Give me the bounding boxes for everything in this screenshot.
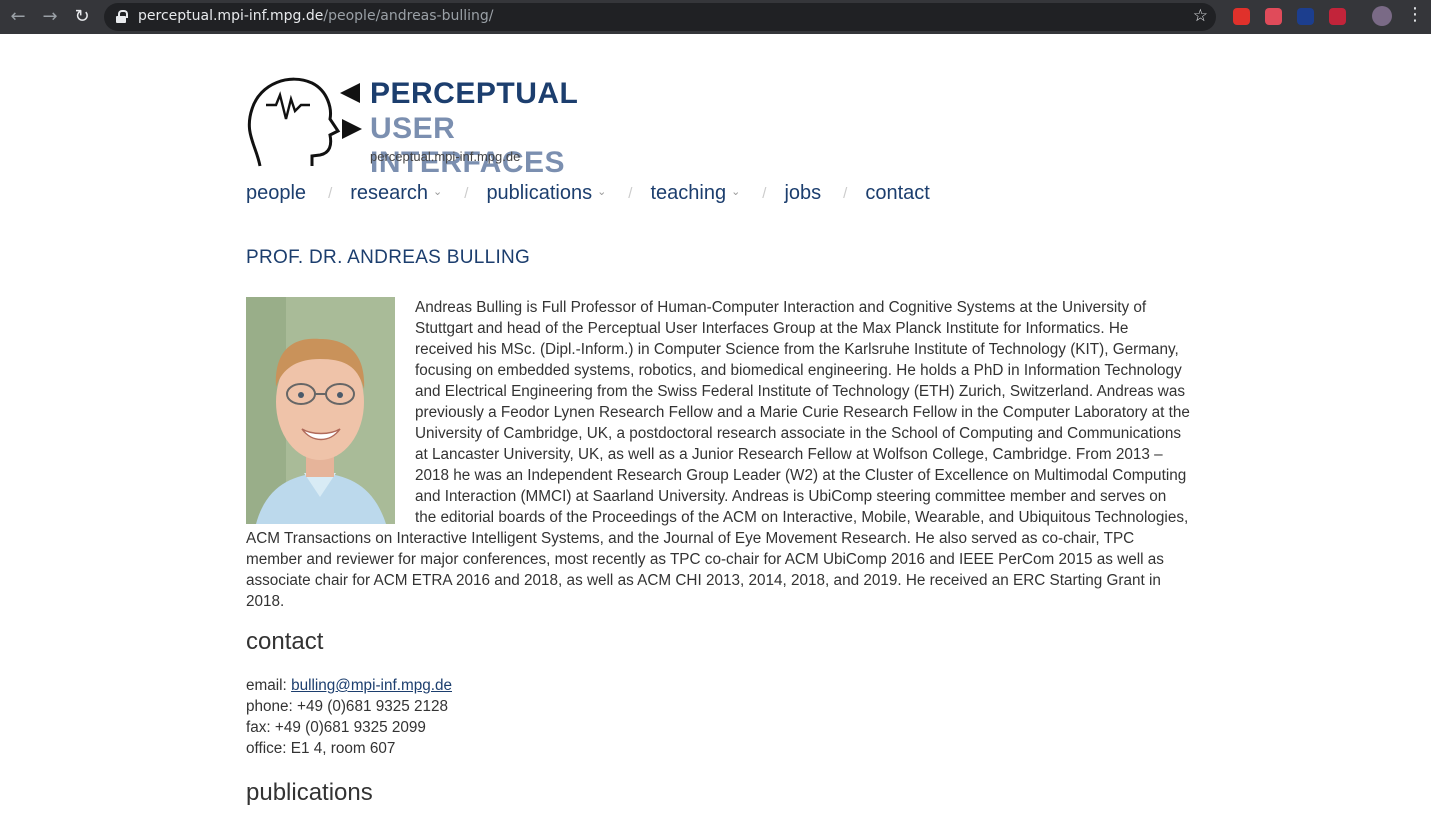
- site-logo[interactable]: PERCEPTUAL USER INTERFACES perceptual.mp…: [246, 75, 646, 179]
- nav-research[interactable]: research ⌄: [350, 182, 442, 205]
- forward-icon[interactable]: →: [38, 5, 62, 29]
- chevron-down-icon: ⌄: [597, 186, 607, 198]
- profile-avatar[interactable]: [1372, 6, 1392, 26]
- nav-separator: /: [762, 185, 767, 202]
- extension-hexagon-icon[interactable]: [1297, 8, 1314, 25]
- phone-line: phone: +49 (0)681 9325 2128: [246, 698, 449, 715]
- nav-contact[interactable]: contact: [865, 182, 929, 205]
- fax-line: fax: +49 (0)681 9325 2099: [246, 719, 426, 736]
- nav-jobs[interactable]: jobs: [784, 182, 821, 205]
- main-navigation: people / research ⌄ / publications ⌄ / tea…: [246, 182, 930, 205]
- nav-teaching[interactable]: teaching ⌄: [650, 182, 740, 205]
- extension-m-icon[interactable]: [1329, 8, 1346, 25]
- logo-title-line2: USER INTERFACES: [370, 112, 566, 179]
- email-line: email: bulling@mpi-inf.mpg.de: [246, 677, 452, 694]
- extension-adblock-icon[interactable]: [1233, 8, 1250, 25]
- reload-icon[interactable]: ↻: [70, 5, 94, 29]
- lock-icon: [116, 10, 128, 23]
- nav-separator: /: [464, 185, 469, 202]
- address-bar[interactable]: perceptual.mpi-inf.mpg.de/people/andreas…: [104, 3, 1216, 31]
- nav-publications[interactable]: publications ⌄: [486, 182, 606, 205]
- office-line: office: E1 4, room 607: [246, 740, 396, 757]
- logo-title-line1: PERCEPTUAL: [370, 77, 579, 110]
- nav-separator: /: [628, 185, 633, 202]
- browser-toolbar: ← → ↻ perceptual.mpi-inf.mpg.de/people/a…: [0, 0, 1431, 34]
- chevron-down-icon: ⌄: [433, 186, 443, 198]
- extension-shield-icon[interactable]: [1265, 8, 1282, 25]
- biography: Andreas Bulling is Full Professor of Hum…: [246, 297, 1190, 612]
- nav-separator: /: [843, 185, 848, 202]
- logo-site-url: perceptual.mpi-inf.mpg.de: [370, 149, 521, 164]
- contact-details: email: bulling@mpi-inf.mpg.de phone: +49…: [246, 675, 452, 759]
- contact-heading: contact: [246, 628, 324, 655]
- back-icon[interactable]: ←: [6, 5, 30, 29]
- publications-heading: publications: [246, 779, 373, 806]
- page-title: PROF. DR. ANDREAS BULLING: [246, 247, 531, 268]
- head-waveform-icon: [247, 77, 362, 167]
- nav-separator: /: [328, 185, 333, 202]
- email-link[interactable]: bulling@mpi-inf.mpg.de: [291, 677, 452, 694]
- nav-people[interactable]: people: [246, 182, 306, 205]
- url-text: perceptual.mpi-inf.mpg.de/people/andreas…: [138, 8, 494, 24]
- profile-photo: [246, 297, 395, 524]
- browser-menu-icon[interactable]: ⋮: [1406, 4, 1424, 25]
- chevron-down-icon: ⌄: [731, 186, 741, 198]
- bookmark-star-icon[interactable]: ☆: [1193, 6, 1208, 26]
